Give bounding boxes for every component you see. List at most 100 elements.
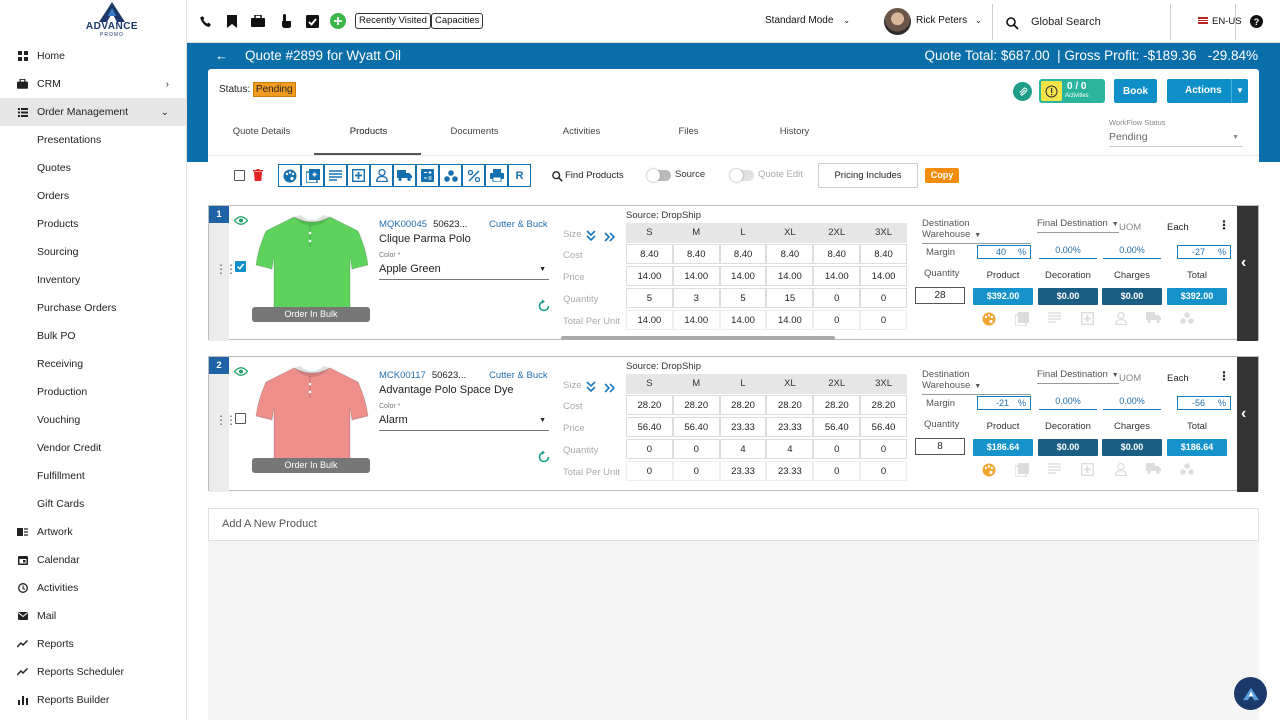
- cost-cell[interactable]: 28.20: [766, 395, 814, 415]
- help-icon[interactable]: ?: [1248, 13, 1264, 29]
- eye-icon[interactable]: [233, 212, 249, 230]
- refresh-icon[interactable]: [537, 299, 551, 317]
- cost-cell[interactable]: 28.20: [860, 395, 907, 415]
- palette-icon[interactable]: [972, 312, 1005, 326]
- sidebar-item-purchase-orders[interactable]: Purchase Orders: [0, 294, 186, 322]
- margin-charges-input[interactable]: 0.00%: [1103, 396, 1161, 410]
- vendor-link[interactable]: Cutter & Buck: [489, 370, 548, 381]
- more-options-icon[interactable]: ⋮: [1218, 369, 1230, 383]
- group-icon[interactable]: [1170, 312, 1203, 326]
- sidebar-item-order-management[interactable]: Order Management ⌄: [0, 98, 186, 126]
- sidebar-item-sourcing[interactable]: Sourcing: [0, 238, 186, 266]
- group-tool-icon[interactable]: [439, 164, 462, 187]
- search-icon[interactable]: [552, 169, 563, 187]
- qty-cell[interactable]: 0: [860, 288, 907, 308]
- qty-cell[interactable]: 4: [766, 439, 814, 459]
- mode-selector[interactable]: Standard Mode ⌄: [765, 15, 850, 26]
- sidebar-item-products[interactable]: Products: [0, 210, 186, 238]
- charges-total-button[interactable]: $0.00: [1102, 288, 1162, 305]
- tab-documents[interactable]: Documents: [421, 126, 528, 137]
- qty-cell[interactable]: 5: [626, 288, 673, 308]
- decoration-total-button[interactable]: $0.00: [1038, 288, 1098, 305]
- sidebar-item-fulfillment[interactable]: Fulfillment: [0, 462, 186, 490]
- search-icon[interactable]: [1004, 15, 1020, 31]
- tab-activities[interactable]: Activities: [528, 126, 635, 137]
- refresh-icon[interactable]: [537, 450, 551, 468]
- pricing-includes-button[interactable]: Pricing Includes: [818, 163, 918, 188]
- kit-icon[interactable]: [1071, 312, 1104, 326]
- person-icon[interactable]: [1104, 463, 1137, 477]
- task-check-icon[interactable]: [304, 13, 320, 29]
- shipping-tool-icon[interactable]: [393, 164, 416, 187]
- price-cell[interactable]: 14.00: [813, 266, 861, 286]
- tab-files[interactable]: Files: [635, 126, 742, 137]
- logo[interactable]: ADVANCE PROMO: [82, 2, 142, 40]
- tab-quote-details[interactable]: Quote Details: [208, 126, 315, 137]
- double-chevron-down-icon[interactable]: [586, 379, 596, 397]
- source-toggle[interactable]: [647, 169, 671, 182]
- person-icon[interactable]: [1104, 312, 1137, 326]
- kit-icon[interactable]: [1071, 463, 1104, 477]
- add-box-icon[interactable]: [1005, 463, 1038, 477]
- sidebar-item-gift-cards[interactable]: Gift Cards: [0, 490, 186, 518]
- help-fab-button[interactable]: [1234, 677, 1267, 710]
- qty-cell[interactable]: 0: [626, 439, 673, 459]
- cost-cell[interactable]: 8.40: [719, 244, 767, 264]
- total-total-button[interactable]: $186.64: [1167, 439, 1227, 456]
- margin-total-input[interactable]: -56%: [1177, 396, 1231, 410]
- horizontal-scrollbar[interactable]: [561, 336, 835, 340]
- quantity-input[interactable]: 28: [915, 287, 965, 304]
- sidebar-item-activities[interactable]: Activities: [0, 574, 186, 602]
- price-cell[interactable]: 14.00: [672, 266, 720, 286]
- price-cell[interactable]: 23.33: [719, 417, 767, 437]
- print-tool-icon[interactable]: [485, 164, 508, 187]
- qty-cell[interactable]: 0: [813, 439, 861, 459]
- decoration-total-button[interactable]: $0.00: [1038, 439, 1098, 456]
- add-box-tool-icon[interactable]: [301, 164, 324, 187]
- kit-tool-icon[interactable]: [347, 164, 370, 187]
- margin-decoration-input[interactable]: 0.00%: [1039, 396, 1097, 410]
- sidebar-item-quotes[interactable]: Quotes: [0, 154, 186, 182]
- margin-decoration-input[interactable]: 0.00%: [1039, 245, 1097, 259]
- cost-cell[interactable]: 28.20: [719, 395, 767, 415]
- cost-cell[interactable]: 8.40: [860, 244, 907, 264]
- eye-icon[interactable]: [233, 363, 249, 381]
- price-cell[interactable]: 56.40: [672, 417, 720, 437]
- add-icon[interactable]: [330, 13, 346, 29]
- uom-value[interactable]: Each: [1167, 222, 1189, 233]
- final-destination-select[interactable]: Final Destination ▼: [1037, 218, 1119, 233]
- add-new-product-input[interactable]: Add A New Product: [208, 508, 1259, 541]
- collapse-panel-button[interactable]: ‹: [1237, 206, 1258, 341]
- sidebar-item-vendor-credit[interactable]: Vendor Credit: [0, 434, 186, 462]
- attachment-icon[interactable]: [1013, 82, 1032, 101]
- product-code-link[interactable]: MCK00117 50623...: [379, 370, 466, 381]
- destination-warehouse-select[interactable]: Destination Warehouse ▼: [922, 218, 1031, 244]
- quote-edit-toggle[interactable]: [730, 169, 754, 182]
- palette-icon[interactable]: [972, 463, 1005, 477]
- sidebar-item-inventory[interactable]: Inventory: [0, 266, 186, 294]
- group-icon[interactable]: [1170, 463, 1203, 477]
- sidebar-item-artwork[interactable]: Artwork: [0, 518, 186, 546]
- total-total-button[interactable]: $392.00: [1167, 288, 1227, 305]
- delete-icon[interactable]: [253, 168, 263, 186]
- tab-history[interactable]: History: [741, 126, 848, 137]
- global-search-input[interactable]: Global Search: [1031, 16, 1101, 28]
- qty-cell[interactable]: 3: [672, 288, 720, 308]
- sidebar-item-receiving[interactable]: Receiving: [0, 350, 186, 378]
- shipping-icon[interactable]: [1137, 463, 1170, 477]
- r-tool-icon[interactable]: R: [508, 164, 531, 187]
- collapse-panel-button[interactable]: ‹: [1237, 357, 1258, 492]
- find-products-button[interactable]: Find Products: [565, 170, 624, 181]
- qty-cell[interactable]: 0: [672, 439, 720, 459]
- double-chevron-down-icon[interactable]: [586, 228, 596, 246]
- destination-warehouse-select[interactable]: Destination Warehouse ▼: [922, 369, 1031, 395]
- back-arrow-icon[interactable]: ←: [215, 48, 228, 63]
- color-select[interactable]: Apple Green ▼: [379, 263, 549, 280]
- capacities-button[interactable]: Capacities: [431, 13, 484, 29]
- touch-icon[interactable]: [278, 13, 294, 29]
- copy-button[interactable]: Copy: [925, 168, 959, 183]
- actions-button[interactable]: Actions ▼: [1167, 79, 1248, 103]
- product-total-button[interactable]: $392.00: [973, 288, 1033, 305]
- product-code-link[interactable]: MQK00045 50623...: [379, 219, 467, 230]
- sidebar-item-reports[interactable]: Reports: [0, 630, 186, 658]
